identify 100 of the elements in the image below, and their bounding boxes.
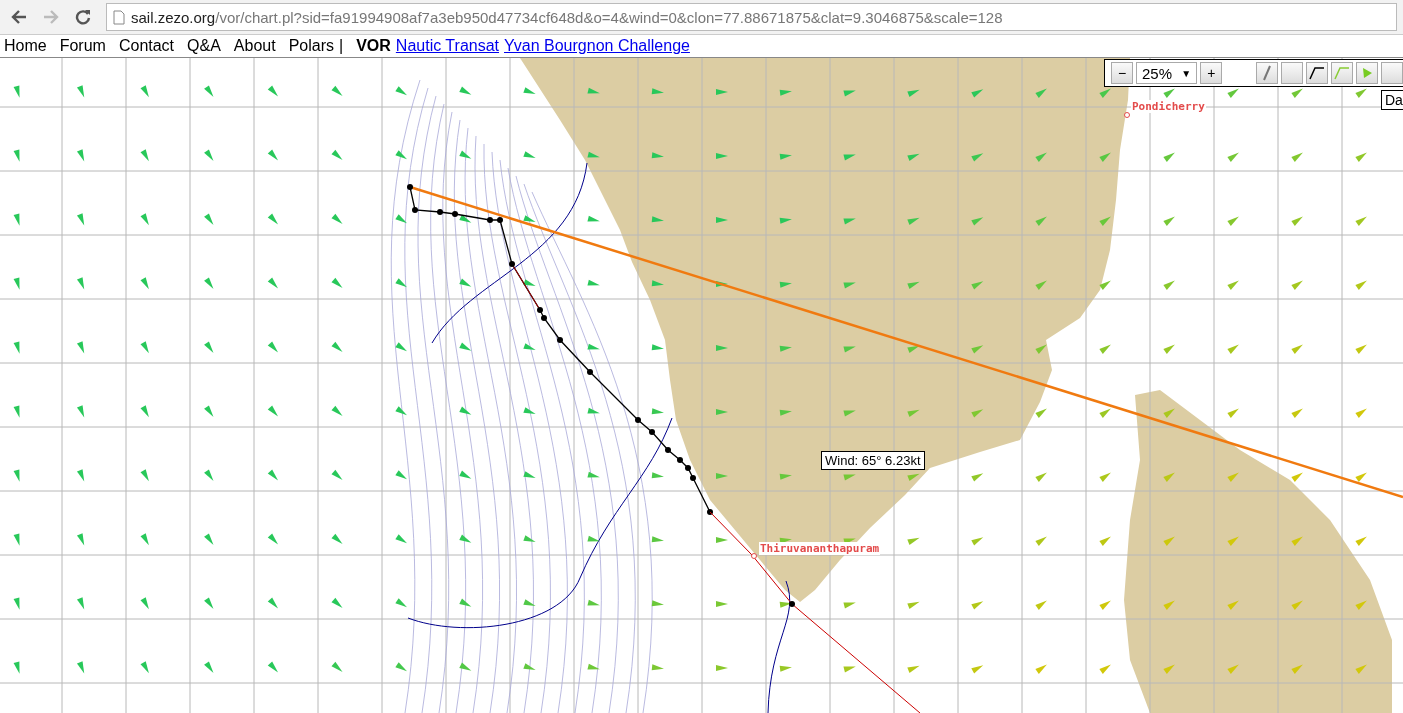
wind-arrow-icon <box>1099 88 1111 98</box>
wind-arrow-icon <box>395 406 407 416</box>
wind-arrow-icon <box>459 470 472 479</box>
wind-arrow-icon <box>140 533 149 546</box>
wind-arrow-icon <box>971 153 984 162</box>
wind-arrow-icon <box>523 151 536 159</box>
polyline-icon <box>1308 66 1325 80</box>
nav-link[interactable]: Contact <box>118 37 175 55</box>
city-label: Pondicherry <box>1131 100 1206 113</box>
wind-arrow-icon <box>267 277 279 289</box>
wind-arrow-icon <box>1355 280 1367 290</box>
wind-arrow-icon <box>907 217 920 225</box>
wind-arrow-icon <box>1355 664 1367 674</box>
wind-arrow-icon <box>1163 88 1175 98</box>
wind-arrow-icon <box>1355 600 1367 610</box>
wind-arrow-icon <box>1355 536 1367 546</box>
wind-arrow-icon <box>1099 536 1111 546</box>
wind-arrow-icon <box>140 661 149 674</box>
wind-arrow-icon <box>459 150 472 159</box>
wind-arrow-icon <box>331 405 343 416</box>
wind-arrow-icon <box>204 213 214 225</box>
wind-arrow-icon <box>587 535 600 542</box>
wind-arrow-icon <box>267 469 279 481</box>
wind-arrow-icon <box>843 218 856 225</box>
wind-arrow-icon <box>395 534 407 544</box>
wind-arrow-icon <box>843 282 856 289</box>
wind-arrow-icon <box>267 85 279 97</box>
wind-arrow-icon <box>395 662 407 672</box>
nav-link[interactable]: Polars <box>288 37 335 55</box>
wind-arrow-icon <box>779 665 792 672</box>
wind-arrow-icon <box>843 666 856 673</box>
wind-arrow-icon <box>1355 344 1367 354</box>
nav-link[interactable]: Nautic Transat <box>395 37 499 55</box>
forward-arrow-icon <box>43 10 59 24</box>
wind-arrow-icon <box>77 341 85 354</box>
wind-arrow-icon <box>13 341 20 354</box>
wind-arrow-icon <box>1099 152 1111 162</box>
wind-arrow-icon <box>1355 408 1367 418</box>
nav-link[interactable]: Yvan Bourgnon Challenge <box>504 37 690 55</box>
wind-arrow-icon <box>1035 536 1047 546</box>
zoom-in-button[interactable]: + <box>1200 62 1223 84</box>
wind-arrow-icon <box>715 89 728 96</box>
wind-arrow-icon <box>140 149 149 162</box>
wind-arrow-icon <box>267 661 279 673</box>
wind-arrow-icon <box>779 409 792 416</box>
reload-icon <box>75 9 91 25</box>
wind-arrow-icon <box>1163 216 1175 226</box>
wind-arrow-icon <box>331 85 343 96</box>
wind-arrow-icon <box>204 277 214 289</box>
wind-arrow-icon <box>907 281 920 289</box>
zoom-select[interactable]: 25% ▼ <box>1136 62 1198 84</box>
wind-arrow-icon <box>523 407 536 415</box>
nav-link[interactable]: Home <box>4 37 47 55</box>
wind-arrow-icon <box>651 472 664 479</box>
wind-arrow-icon <box>395 470 407 480</box>
wind-arrow-icon <box>587 599 600 606</box>
wind-arrow-icon <box>651 216 664 223</box>
wind-arrow-icon <box>523 343 536 351</box>
wind-arrow-icon <box>204 597 214 609</box>
zoom-out-button[interactable]: − <box>1111 62 1133 84</box>
wind-arrow-icon <box>13 533 20 546</box>
wind-arrow-icon <box>331 597 343 608</box>
wind-arrow-icon <box>77 469 85 482</box>
wind-arrow-icon <box>1291 88 1303 98</box>
wind-arrow-icon <box>523 215 536 223</box>
wind-arrow-icon <box>651 664 664 671</box>
nav-link[interactable]: Q&A <box>187 37 221 55</box>
wind-arrow-icon <box>77 661 85 674</box>
wind-arrow-icon <box>140 341 149 354</box>
page-icon <box>113 9 125 25</box>
wind-arrow-icon <box>1227 216 1239 226</box>
wind-arrow-icon <box>715 665 728 672</box>
wind-arrow-icon <box>204 533 214 545</box>
nav-link[interactable]: About <box>233 37 276 55</box>
wind-arrow-icon <box>459 86 472 95</box>
wind-arrow-icon <box>1227 88 1239 98</box>
wind-arrow-icon <box>587 87 600 94</box>
nav-link[interactable]: Forum <box>59 37 106 55</box>
section-label: VOR <box>356 37 391 55</box>
wind-arrow-icon <box>140 277 149 290</box>
wind-arrow-icon <box>267 341 279 353</box>
wind-arrow-icon <box>1163 152 1175 162</box>
wind-arrow-icon <box>651 152 664 159</box>
wind-arrow-icon <box>13 661 20 674</box>
tool-button[interactable] <box>1305 62 1328 84</box>
wind-arrow-icon <box>1163 600 1175 610</box>
wind-arrow-icon <box>971 409 984 418</box>
wind-arrow-icon <box>971 665 984 674</box>
address-bar[interactable]: sail.zezo.org/vor/chart.pl?sid=fa91994908af7a3eb950d47734cf648d&o=4&wind=0&clon=77.88671875&clat=9.3046875&scale=128 <box>106 3 1397 31</box>
wind-arrow-icon <box>715 281 728 288</box>
button-tooltip: Da <box>1381 90 1403 110</box>
wind-arrow-icon <box>1099 344 1111 354</box>
wind-arrow-icon <box>331 533 343 544</box>
city-marker <box>751 553 757 559</box>
pencil-icon <box>1261 65 1272 81</box>
wind-arrow-icon <box>1227 472 1239 482</box>
wind-arrow-icon <box>715 217 728 224</box>
wind-arrow-icon <box>267 405 279 417</box>
wind-arrow-icon <box>1227 344 1239 354</box>
wind-arrow-icon <box>715 409 728 416</box>
